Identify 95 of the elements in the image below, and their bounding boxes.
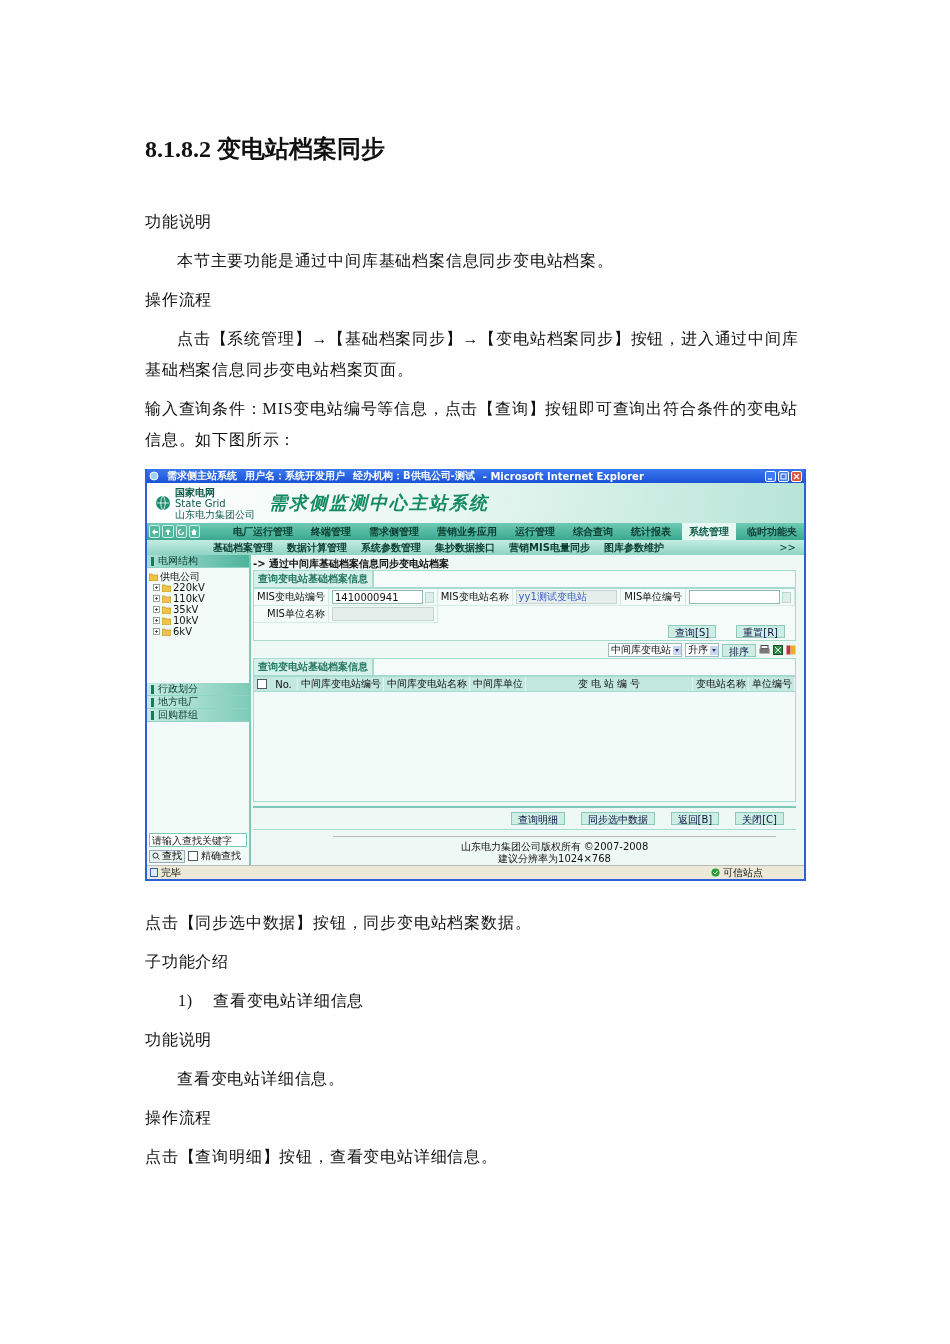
action-button[interactable]: 查询明细	[510, 812, 565, 825]
submenu-item[interactable]: 系统参数管理	[361, 540, 421, 555]
tree-item[interactable]: 6kV	[173, 626, 192, 637]
action-button[interactable]: 关闭[C]	[735, 812, 784, 825]
globe-logo-icon	[155, 495, 171, 511]
submenu-item[interactable]: 集抄数据接口	[435, 540, 495, 555]
maximize-button[interactable]	[778, 470, 789, 482]
field-label: MIS单位编号	[621, 589, 687, 606]
menu-tab[interactable]: 运行管理	[508, 523, 562, 540]
window-title: 需求侧主站系统	[167, 469, 237, 483]
breadcrumb: -> 通过中间库基础档案信息同步变电站档案	[253, 557, 450, 570]
section-label: 操作流程	[145, 291, 213, 308]
up-button[interactable]	[162, 525, 174, 538]
paragraph: 查看变电站详细信息	[212, 991, 365, 1011]
maximize-icon	[780, 472, 787, 480]
tree-item[interactable]: 35kV	[173, 604, 199, 615]
field-label: MIS变电站编号	[254, 589, 329, 606]
sort-button[interactable]: 排序	[722, 643, 756, 657]
paragraph: 点击【查询明细】按钮，查看变电站详细信息。	[145, 1148, 498, 1165]
zone-text: 可信站点	[723, 865, 763, 880]
select-all-checkbox[interactable]	[257, 679, 267, 689]
back-button[interactable]	[149, 525, 161, 538]
panel-header[interactable]: 回购群组	[147, 709, 249, 722]
logo-text: 国家电网	[175, 486, 215, 498]
resolution-note: 建议分辨率为1024×768	[498, 853, 611, 865]
minimize-button[interactable]	[765, 470, 776, 482]
paragraph: 点击【系统管理】→【基础档案同步】→【变电站档案同步】按钮，进入通过中间库基础档案信息同步变电站档案页面。	[145, 330, 799, 378]
paragraph: 查看变电站详细信息。	[177, 1070, 345, 1087]
checkbox-label: 精确查找	[201, 849, 241, 863]
dropdown-arrow-icon	[710, 645, 718, 655]
action-button[interactable]: 返回[B]	[670, 812, 720, 825]
sort-order-select[interactable]: 升序	[685, 643, 719, 657]
company-name: 山东电力集团公司	[175, 508, 255, 520]
close-icon	[793, 472, 800, 480]
paragraph: 点击【同步选中数据】按钮，同步变电站档案数据。	[145, 914, 532, 931]
section-label: 功能说明	[145, 213, 213, 230]
input-field[interactable]: 1410000941	[331, 590, 423, 604]
input-field[interactable]	[689, 590, 780, 604]
paragraph: 输入查询条件：MIS变电站编号等信息，点击【查询】按钮即可查询出符合条件的变电站信息。如下图所示：	[145, 400, 798, 448]
tree-item[interactable]: 220kV	[173, 582, 205, 593]
submenu-item[interactable]: 图库参数维护	[603, 540, 664, 555]
tree-item[interactable]: 10kV	[173, 615, 199, 626]
menu-tab[interactable]: 需求侧管理	[362, 523, 426, 540]
refresh-icon	[177, 527, 186, 536]
browser-name: - Microsoft Internet Explorer	[482, 470, 644, 482]
home-button[interactable]	[188, 525, 200, 538]
search-field[interactable]: 请输入查找关键字	[149, 833, 247, 847]
list-number: 1)	[178, 991, 193, 1012]
page-icon	[150, 868, 158, 877]
logo-english-text: State Grid	[175, 497, 227, 509]
home-icon	[190, 527, 199, 536]
column-header: No.	[270, 678, 298, 690]
menu-tab[interactable]: 系统管理	[682, 523, 736, 540]
section-heading: 8.1.8.2 变电站档案同步	[145, 135, 386, 164]
form-button[interactable]: 查询[S]	[668, 625, 717, 638]
form-button[interactable]: 重置[R]	[736, 625, 785, 638]
org-name: 经办机构：B供电公司-测试	[353, 469, 475, 483]
more-button[interactable]: >>	[779, 542, 796, 553]
field-label: MIS单位名称	[254, 606, 329, 623]
panel-header[interactable]: 地方电厂	[147, 696, 249, 709]
paragraph: 本节主要功能是通过中间库基础档案信息同步变电站档案。	[177, 252, 614, 269]
spreadsheet-icon	[773, 645, 783, 655]
system-title: 需求侧监测中心主站系统	[269, 491, 489, 515]
copyright-text: 山东电力集团公司版权所有 ©2007-2008	[460, 841, 649, 853]
menu-tab[interactable]: 综合查询	[566, 523, 620, 540]
panel-header[interactable]: 电网结构	[147, 555, 249, 568]
tree-item[interactable]: 供电公司	[160, 569, 200, 584]
close-button[interactable]	[791, 470, 802, 482]
printer-icon	[759, 645, 770, 655]
menu-tab[interactable]: 临时功能夹	[740, 523, 804, 540]
submenu-item[interactable]: 数据计算管理	[287, 540, 347, 555]
section-label: 子功能介绍	[145, 953, 229, 970]
left-arrow-icon	[150, 527, 159, 536]
panel-header[interactable]: 行政划分	[147, 683, 249, 696]
menu-tab[interactable]: 营销业务应用	[430, 523, 504, 540]
user-name: 用户名：系统开发用户	[245, 469, 345, 483]
up-arrow-icon	[163, 527, 172, 536]
checkbox[interactable]	[188, 851, 198, 861]
status-text: 完毕	[161, 865, 181, 880]
section-label: 操作流程	[145, 1109, 213, 1126]
search-icon	[152, 852, 160, 860]
check-circle-icon	[711, 868, 720, 877]
tree-item[interactable]: 110kV	[173, 593, 205, 604]
sort-field-select[interactable]: 中间库变电站	[608, 643, 682, 657]
submenu-item[interactable]: 营销MIS电量同步	[509, 540, 590, 555]
action-button[interactable]: 同步选中数据	[580, 812, 655, 825]
refresh-button[interactable]	[175, 525, 187, 538]
menu-tab[interactable]: 电厂运行管理	[226, 523, 300, 540]
field-label: MIS变电站名称	[437, 589, 513, 606]
menu-tab[interactable]: 终端管理	[304, 523, 358, 540]
search-button[interactable]: 查找	[149, 849, 185, 863]
dropdown-arrow-icon	[673, 645, 681, 655]
section-label: 功能说明	[145, 1031, 213, 1048]
submenu-item[interactable]: 基础档案管理	[213, 540, 273, 555]
menu-tab[interactable]: 统计报表	[624, 523, 678, 540]
